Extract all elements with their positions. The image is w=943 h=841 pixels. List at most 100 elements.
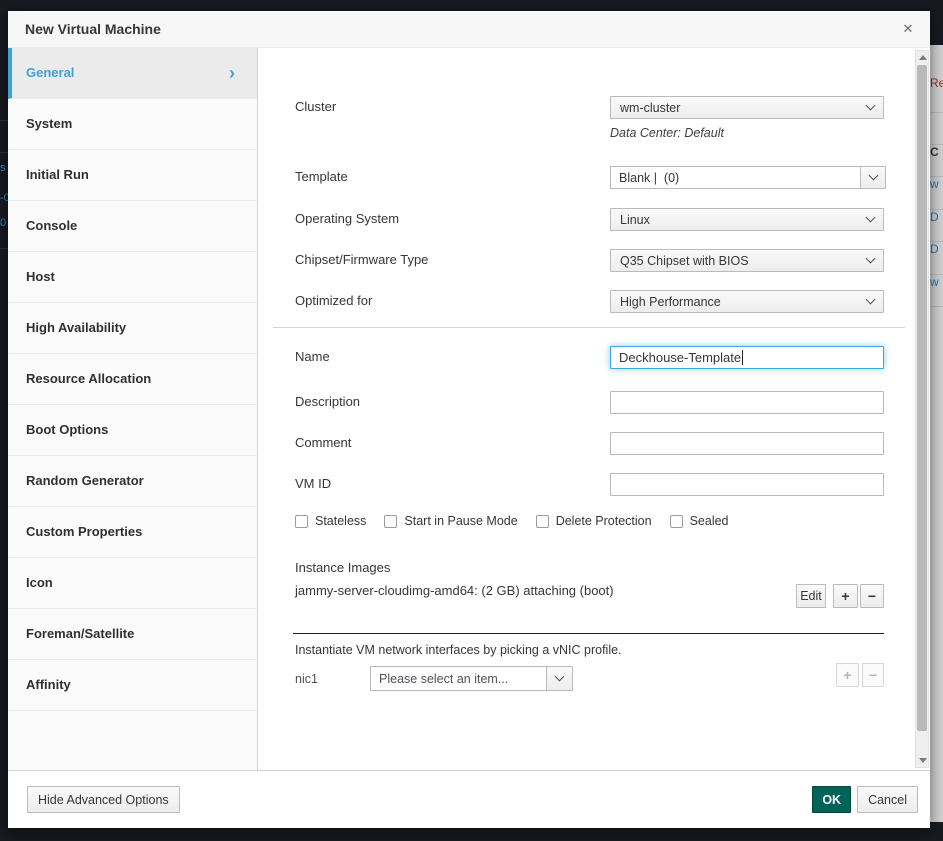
ok-button[interactable]: OK <box>812 786 851 813</box>
nic1-dropdown-button[interactable] <box>546 666 573 691</box>
nic-instruction: Instantiate VM network interfaces by pic… <box>295 643 622 657</box>
cluster-select[interactable]: wm-cluster <box>610 96 884 119</box>
dialog-sidebar: General › System Initial Run Console Hos… <box>8 48 258 770</box>
checkbox-box[interactable] <box>295 515 308 528</box>
checkbox-box[interactable] <box>384 515 397 528</box>
comment-input[interactable] <box>610 432 884 455</box>
divider <box>293 633 884 634</box>
name-label: Name <box>295 349 330 364</box>
template-dropdown-button[interactable] <box>860 166 886 189</box>
sidebar-item-label: High Availability <box>26 320 126 335</box>
desktop-background: s -0 0 Re C w D D w New Virtual Machine … <box>0 0 943 841</box>
scroll-up-icon[interactable] <box>919 55 927 60</box>
sidebar-item-foreman-satellite[interactable]: Foreman/Satellite <box>8 609 257 660</box>
background-text-fragment: w <box>930 275 939 289</box>
template-label: Template <box>295 169 348 184</box>
sidebar-item-label: Custom Properties <box>26 524 142 539</box>
nic1-label: nic1 <box>295 672 318 686</box>
operating-system-label: Operating System <box>295 211 399 226</box>
background-right-strip: Re C w D D w <box>930 45 943 822</box>
sidebar-item-affinity[interactable]: Affinity <box>8 660 257 711</box>
sidebar-item-label: General <box>26 65 74 80</box>
sidebar-item-label: Initial Run <box>26 167 89 182</box>
optimized-for-select[interactable]: High Performance <box>610 290 884 313</box>
vm-option-checkboxes: Stateless Start in Pause Mode Delete Pro… <box>295 514 729 528</box>
sidebar-item-label: Affinity <box>26 677 71 692</box>
add-image-button[interactable]: + <box>833 584 858 608</box>
sidebar-item-label: Foreman/Satellite <box>26 626 134 641</box>
operating-system-select[interactable]: Linux <box>610 208 884 231</box>
remove-image-button[interactable]: − <box>860 584 884 608</box>
sidebar-item-label: Host <box>26 269 55 284</box>
text-cursor <box>742 350 743 365</box>
scroll-down-icon[interactable] <box>919 758 927 763</box>
sidebar-item-label: Console <box>26 218 77 233</box>
general-tab-content: Cluster wm-cluster Data Center: Default … <box>258 48 930 770</box>
scrollbar-thumb[interactable] <box>917 65 927 731</box>
divider <box>0 152 8 153</box>
description-input[interactable] <box>610 391 884 414</box>
nic1-profile-field[interactable]: Please select an item... <box>370 666 546 691</box>
background-text-fragment: 0 <box>0 217 6 229</box>
checkbox-box[interactable] <box>670 515 683 528</box>
dialog-title: New Virtual Machine <box>25 11 161 48</box>
sidebar-item-console[interactable]: Console <box>8 201 257 252</box>
chevron-down-icon <box>866 213 876 223</box>
vertical-scrollbar[interactable] <box>915 50 929 768</box>
sidebar-item-random-generator[interactable]: Random Generator <box>8 456 257 507</box>
instance-image-item: jammy-server-cloudimg-amd64: (2 GB) atta… <box>295 583 614 598</box>
close-icon[interactable]: ✕ <box>899 20 917 38</box>
add-nic-button[interactable]: + <box>836 663 859 687</box>
optimized-for-label: Optimized for <box>295 293 372 308</box>
remove-nic-button[interactable]: − <box>862 663 884 687</box>
checkbox-start-in-pause-mode[interactable]: Start in Pause Mode <box>384 514 517 528</box>
comment-label: Comment <box>295 435 351 450</box>
vm-id-input[interactable] <box>610 473 884 496</box>
divider <box>930 306 943 307</box>
dialog-header: New Virtual Machine ✕ <box>8 11 930 48</box>
sidebar-item-general[interactable]: General › <box>8 48 257 99</box>
chipset-select[interactable]: Q35 Chipset with BIOS <box>610 249 884 272</box>
sidebar-item-custom-properties[interactable]: Custom Properties <box>8 507 257 558</box>
checkbox-stateless[interactable]: Stateless <box>295 514 366 528</box>
chevron-down-icon <box>866 101 876 111</box>
data-center-note: Data Center: Default <box>610 126 724 140</box>
chevron-down-icon <box>555 672 565 682</box>
cancel-button[interactable]: Cancel <box>857 786 918 813</box>
background-text-fragment: Re <box>930 76 943 90</box>
vm-id-label: VM ID <box>295 476 331 491</box>
chevron-down-icon <box>866 295 876 305</box>
sidebar-item-system[interactable]: System <box>8 99 257 150</box>
cluster-label: Cluster <box>295 99 336 114</box>
background-text-fragment: C <box>930 145 939 159</box>
checkbox-delete-protection[interactable]: Delete Protection <box>536 514 652 528</box>
chevron-down-icon <box>868 171 878 181</box>
background-text-fragment: w <box>930 177 939 191</box>
checkbox-sealed[interactable]: Sealed <box>670 514 729 528</box>
edit-image-button[interactable]: Edit <box>796 584 826 608</box>
hide-advanced-options-button[interactable]: Hide Advanced Options <box>27 786 180 813</box>
sidebar-item-icon[interactable]: Icon <box>8 558 257 609</box>
dialog-body: General › System Initial Run Console Hos… <box>8 48 930 770</box>
sidebar-item-initial-run[interactable]: Initial Run <box>8 150 257 201</box>
nic1-profile-combobox: Please select an item... <box>370 666 573 691</box>
sidebar-item-high-availability[interactable]: High Availability <box>8 303 257 354</box>
background-text-fragment: D <box>930 210 939 224</box>
sidebar-item-label: Resource Allocation <box>26 371 151 386</box>
sidebar-item-boot-options[interactable]: Boot Options <box>8 405 257 456</box>
sidebar-item-label: Icon <box>26 575 53 590</box>
sidebar-item-host[interactable]: Host <box>8 252 257 303</box>
template-field[interactable]: Blank | (0) <box>610 166 860 189</box>
checkbox-box[interactable] <box>536 515 549 528</box>
divider <box>0 120 8 121</box>
description-label: Description <box>295 394 360 409</box>
instance-images-label: Instance Images <box>295 560 390 575</box>
name-input[interactable]: Deckhouse-Template <box>610 346 884 369</box>
background-left-strip: s -0 0 <box>0 0 8 841</box>
sidebar-item-resource-allocation[interactable]: Resource Allocation <box>8 354 257 405</box>
footer-actions: OK Cancel <box>812 786 918 813</box>
divider <box>273 327 905 328</box>
sidebar-item-label: Random Generator <box>26 473 144 488</box>
background-text-fragment: -0 <box>0 192 8 204</box>
chevron-right-icon: › <box>229 48 235 98</box>
